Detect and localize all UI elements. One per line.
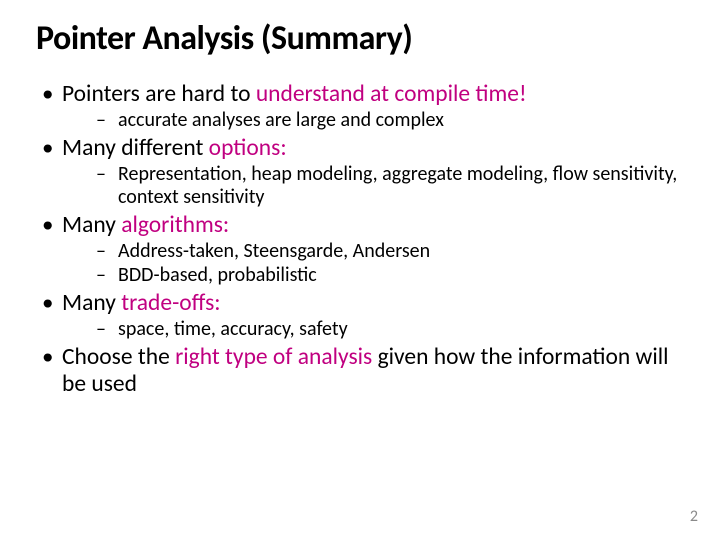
bullet-3: Many algorithms: Address-taken, Steensga… <box>36 212 684 286</box>
bullet-5-accent: right type of analysis <box>175 343 372 371</box>
bullet-3-sublist: Address-taken, Steensgarde, Andersen BDD… <box>62 240 684 286</box>
bullet-1: Pointers are hard to understand at compi… <box>36 81 684 131</box>
bullet-3-sub-1: Address-taken, Steensgarde, Andersen <box>62 240 684 262</box>
bullet-1-pre: Pointers are hard to <box>62 80 256 108</box>
bullet-3-pre: Many <box>62 211 121 239</box>
bullet-list: Pointers are hard to understand at compi… <box>36 81 684 398</box>
bullet-4: Many trade-offs: space, time, accuracy, … <box>36 290 684 340</box>
bullet-2-accent: options: <box>209 134 287 162</box>
slide-container: Pointer Analysis (Summary) Pointers are … <box>0 0 720 540</box>
page-number: 2 <box>690 507 698 526</box>
bullet-5: Choose the right type of analysis given … <box>36 344 684 398</box>
bullet-3-sub-2: BDD-based, probabilistic <box>62 264 684 286</box>
bullet-2-pre: Many different <box>62 134 209 162</box>
bullet-4-sub-1: space, time, accuracy, safety <box>62 318 684 340</box>
bullet-2: Many different options: Representation, … <box>36 135 684 208</box>
bullet-4-sublist: space, time, accuracy, safety <box>62 318 684 340</box>
bullet-3-accent: algorithms: <box>121 211 229 239</box>
bullet-5-pre: Choose the <box>62 343 175 371</box>
bullet-1-accent: understand at compile time! <box>256 80 527 108</box>
slide-title: Pointer Analysis (Summary) <box>36 18 684 59</box>
bullet-2-sub-1: Representation, heap modeling, aggregate… <box>62 163 684 208</box>
bullet-1-sub-1: accurate analyses are large and complex <box>62 109 684 131</box>
bullet-1-sublist: accurate analyses are large and complex <box>62 109 684 131</box>
bullet-2-sublist: Representation, heap modeling, aggregate… <box>62 163 684 208</box>
bullet-4-accent: trade-offs: <box>121 289 220 317</box>
bullet-4-pre: Many <box>62 289 121 317</box>
